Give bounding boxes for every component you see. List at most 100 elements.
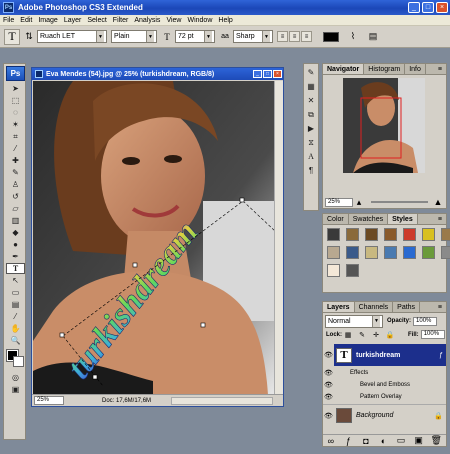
lock-position-icon[interactable]: ✛ [370, 328, 382, 341]
menu-window[interactable]: Window [187, 17, 212, 24]
type-tool-preset-icon[interactable]: T [4, 28, 20, 45]
magic-wand-tool-icon[interactable]: ✶ [6, 119, 25, 130]
font-size-select[interactable]: 72 pt ▼ [175, 30, 215, 43]
panel-menu-icon[interactable]: ≡ [434, 302, 446, 312]
style-swatch[interactable] [441, 228, 450, 241]
color-swatches[interactable] [6, 349, 24, 369]
doc-minimize-button[interactable]: _ [253, 70, 262, 78]
style-swatch[interactable] [403, 246, 416, 259]
navigator-zoom-field[interactable]: 25% [325, 197, 353, 207]
tab-layers[interactable]: Layers [323, 302, 355, 312]
style-swatch[interactable] [384, 246, 397, 259]
effect-row-bevel[interactable]: 👁 Bevel and Emboss [323, 379, 446, 390]
menu-filter[interactable]: Filter [113, 17, 129, 24]
tab-paths[interactable]: Paths [393, 302, 421, 312]
actions-icon[interactable]: ▶ [304, 123, 318, 134]
layer-row-background[interactable]: 👁 Background 🔒 [323, 404, 446, 426]
lock-image-icon[interactable]: ✎ [356, 328, 368, 341]
opacity-field[interactable]: 100% [413, 316, 438, 326]
horizontal-scrollbar[interactable] [171, 396, 273, 405]
style-swatch[interactable] [327, 264, 340, 277]
new-group-icon[interactable]: ▭ [395, 434, 407, 447]
navigator-preview[interactable] [343, 78, 425, 173]
adjustment-layer-icon[interactable]: ◐ [377, 434, 389, 447]
style-swatch[interactable] [384, 228, 397, 241]
menu-view[interactable]: View [166, 17, 181, 24]
document-size[interactable]: Doc: 17,6M/17,6M [102, 398, 151, 404]
panel-menu-icon[interactable]: ≡ [434, 214, 446, 224]
eyedropper-tool-icon[interactable]: ⁄ [6, 311, 25, 322]
brush-tool-icon[interactable]: ✎ [6, 167, 25, 178]
style-swatch[interactable] [346, 246, 359, 259]
effect-row-pattern[interactable]: 👁 Pattern Overlay [323, 391, 446, 402]
visibility-eye-icon[interactable]: 👁 [323, 368, 334, 378]
marquee-tool-icon[interactable]: ⬚ [6, 95, 25, 106]
tab-channels[interactable]: Channels [355, 302, 394, 312]
maximize-button[interactable]: □ [422, 2, 434, 13]
menu-analysis[interactable]: Analysis [134, 17, 160, 24]
tab-navigator[interactable]: Navigator [323, 64, 365, 74]
text-orientation-icon[interactable]: ⇅ [23, 30, 35, 43]
pen-tool-icon[interactable]: ✒ [6, 251, 25, 262]
style-swatch[interactable] [422, 228, 435, 241]
warp-text-icon[interactable]: ⌇ [347, 30, 359, 43]
eraser-tool-icon[interactable]: ▱ [6, 203, 25, 214]
antialias-select[interactable]: Sharp ▼ [233, 30, 273, 43]
menu-layer[interactable]: Layer [64, 17, 82, 24]
crop-tool-icon[interactable]: ⌗ [6, 131, 25, 142]
tab-swatches[interactable]: Swatches [349, 214, 389, 224]
add-style-icon[interactable]: ƒ [342, 434, 354, 447]
style-swatch[interactable] [346, 228, 359, 241]
style-swatch[interactable] [422, 246, 435, 259]
blend-mode-select[interactable]: Normal ▼ [325, 314, 383, 328]
background-color[interactable] [13, 356, 24, 367]
move-tool-icon[interactable]: ➤ [6, 83, 25, 94]
screen-mode-icon[interactable]: ▣ [6, 384, 25, 395]
type-tool-icon[interactable]: T [6, 263, 25, 274]
layer-row-text[interactable]: 👁 T turkishdream ƒ [323, 344, 446, 366]
layer-comps-icon[interactable]: ✕ [304, 95, 318, 106]
align-center-icon[interactable]: ≡ [289, 31, 300, 42]
tab-histogram[interactable]: Histogram [364, 64, 406, 74]
vertical-scrollbar[interactable] [274, 81, 283, 395]
layer-effects-icon[interactable]: ƒ [439, 352, 443, 359]
shape-tool-icon[interactable]: ▭ [6, 287, 25, 298]
zoom-out-icon[interactable]: ▴ [353, 196, 365, 209]
menu-image[interactable]: Image [38, 17, 57, 24]
style-swatch[interactable] [365, 228, 378, 241]
zoom-level-field[interactable]: 25% [34, 396, 64, 405]
hand-tool-icon[interactable]: ✋ [6, 323, 25, 334]
zoom-tool-icon[interactable]: 🔍 [6, 335, 25, 346]
visibility-eye-icon[interactable]: 👁 [323, 380, 334, 390]
align-right-icon[interactable]: ≡ [301, 31, 312, 42]
style-swatch[interactable] [346, 264, 359, 277]
gradient-tool-icon[interactable]: ▥ [6, 215, 25, 226]
menu-help[interactable]: Help [218, 17, 232, 24]
doc-close-button[interactable]: × [273, 70, 282, 78]
lasso-tool-icon[interactable]: ◌ [6, 107, 25, 118]
quick-mask-icon[interactable]: ◎ [6, 372, 25, 383]
tab-color[interactable]: Color [323, 214, 349, 224]
dodge-tool-icon[interactable]: ● [6, 239, 25, 250]
font-style-select[interactable]: Plain ▼ [111, 30, 157, 43]
fill-field[interactable]: 100% [420, 330, 445, 339]
add-mask-icon[interactable]: ◘ [360, 434, 372, 447]
tab-info[interactable]: Info [405, 64, 426, 74]
panel-menu-icon[interactable]: ≡ [434, 64, 446, 74]
tab-styles[interactable]: Styles [388, 214, 418, 224]
align-left-icon[interactable]: ≡ [277, 31, 288, 42]
visibility-eye-icon[interactable]: 👁 [323, 411, 334, 421]
font-family-select[interactable]: Ruach LET ▼ [37, 30, 107, 43]
history-icon[interactable]: ⧖ [304, 137, 318, 148]
menu-edit[interactable]: Edit [20, 17, 32, 24]
clone-stamp-tool-icon[interactable]: ♙ [6, 179, 25, 190]
effects-row[interactable]: 👁 Effects [323, 367, 446, 378]
visibility-eye-icon[interactable]: 👁 [323, 344, 334, 366]
delete-layer-icon[interactable]: 🗑 [430, 434, 442, 447]
minimize-button[interactable]: _ [408, 2, 420, 13]
close-button[interactable]: × [436, 2, 448, 13]
doc-maximize-button[interactable]: □ [263, 70, 272, 78]
paragraph-panel-icon[interactable]: ¶ [304, 165, 318, 176]
visibility-eye-icon[interactable]: 👁 [323, 392, 334, 402]
menu-file[interactable]: File [3, 17, 14, 24]
